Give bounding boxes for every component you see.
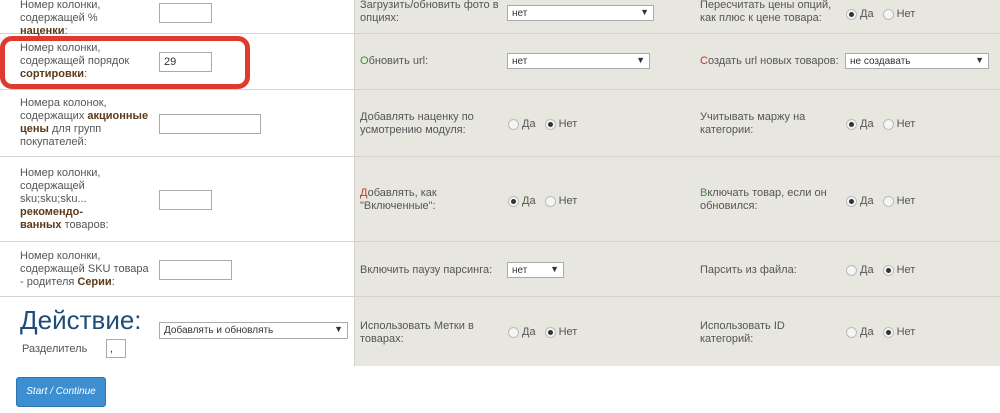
enable-if-updated-label: Включать товар, если он обновился: [700,187,827,212]
category-margin-radio: Да Нет [846,118,915,130]
create-url-label: Создать url новых товаров: [700,55,839,67]
no-label: Нет [896,195,916,207]
enable-if-updated-no-radio[interactable] [882,195,894,207]
parse-file-radio: Да Нет [846,264,915,276]
add-as-enabled-yes-radio[interactable] [508,195,519,207]
enable-if-updated-yes-radio[interactable] [846,195,857,207]
series-column-label: Номер колонки, содержащей SKU товара - р… [20,250,149,288]
use-category-id-radio: Да Нет [846,326,915,338]
upload-photo-label: Загрузить/обновить фото в опциях: [360,0,499,24]
recalc-prices-yes-radio[interactable] [846,8,857,20]
row-divider [0,33,1000,34]
use-category-id-no-radio[interactable] [882,326,894,338]
upload-photo-select[interactable]: нет ▼ [507,5,654,21]
use-category-id-yes-radio[interactable] [846,326,857,338]
use-tags-label: Использовать Метки в товарах: [360,320,474,345]
promo-prices-label: Номера колонок, содержащих акционные цен… [20,97,149,148]
no-label: Нет [896,8,916,20]
markup-column-input[interactable] [159,3,212,23]
action-select[interactable]: Добавлять и обновлять ▼ [159,322,348,339]
parse-pause-label: Включить паузу парсинга: [360,264,493,276]
update-url-select[interactable]: нет ▼ [507,53,650,69]
no-label: Нет [558,118,578,130]
recalc-prices-no-radio[interactable] [882,8,894,20]
use-category-id-label: Использовать ID категорий: [700,320,785,345]
start-continue-button[interactable]: Start / Continue [16,377,106,407]
add-markup-radio: Да Нет [508,118,577,130]
yes-label: Да [860,8,874,20]
add-as-enabled-no-radio[interactable] [544,195,556,207]
parse-pause-select[interactable]: нет ▼ [507,262,564,278]
yes-label: Да [522,195,536,207]
use-tags-yes-radio[interactable] [508,326,519,338]
yes-label: Да [522,118,536,130]
add-markup-no-radio[interactable] [544,118,556,130]
action-title: Действие: [20,305,142,335]
add-markup-yes-radio[interactable] [508,118,519,130]
series-column-input[interactable] [159,260,232,280]
yes-label: Да [860,326,874,338]
no-label: Нет [896,118,916,130]
yes-label: Да [860,264,874,276]
separator-label: Разделитель [22,343,88,355]
update-url-label: Обновить url: [360,55,429,67]
no-label: Нет [558,326,578,338]
chevron-down-icon: ▼ [636,55,645,65]
recommended-column-input[interactable] [159,190,212,210]
recommended-column-label: Номер колонки, содержащей sku;sku;sku...… [20,167,109,231]
add-as-enabled-radio: Да Нет [508,195,577,207]
yes-label: Да [522,326,536,338]
row-divider [0,241,1000,242]
parse-file-yes-radio[interactable] [846,264,857,276]
highlight-frame [0,36,250,89]
create-url-select[interactable]: не создавать ▼ [845,53,989,69]
chevron-down-icon: ▼ [640,7,649,17]
category-margin-no-radio[interactable] [882,118,894,130]
chevron-down-icon: ▼ [550,264,559,274]
use-tags-radio: Да Нет [508,326,577,338]
no-label: Нет [558,195,578,207]
no-label: Нет [896,264,916,276]
promo-prices-input[interactable] [159,114,261,134]
recalc-prices-label: Пересчитать цены опций, как плюс к цене … [700,0,832,24]
no-label: Нет [896,326,916,338]
row-divider [0,296,1000,297]
add-as-enabled-label: Добавлять, как "Включенные": [360,187,437,212]
enable-if-updated-radio: Да Нет [846,195,915,207]
row-divider [0,89,1000,90]
parse-file-no-radio[interactable] [882,264,894,276]
parse-file-label: Парсить из файла: [700,264,797,276]
chevron-down-icon: ▼ [334,324,343,334]
recalc-prices-radio: Да Нет [846,8,915,20]
add-markup-label: Добавлять наценку по усмотрению модуля: [360,111,474,136]
separator-input[interactable] [106,339,126,358]
chevron-down-icon: ▼ [975,55,984,65]
yes-label: Да [860,118,874,130]
category-margin-yes-radio[interactable] [846,118,857,130]
markup-column-label: Номер колонки, содержащей % наценки: [20,0,101,37]
row-divider [0,156,1000,157]
category-margin-label: Учитывать маржу на категории: [700,111,806,136]
use-tags-no-radio[interactable] [544,326,556,338]
yes-label: Да [860,195,874,207]
